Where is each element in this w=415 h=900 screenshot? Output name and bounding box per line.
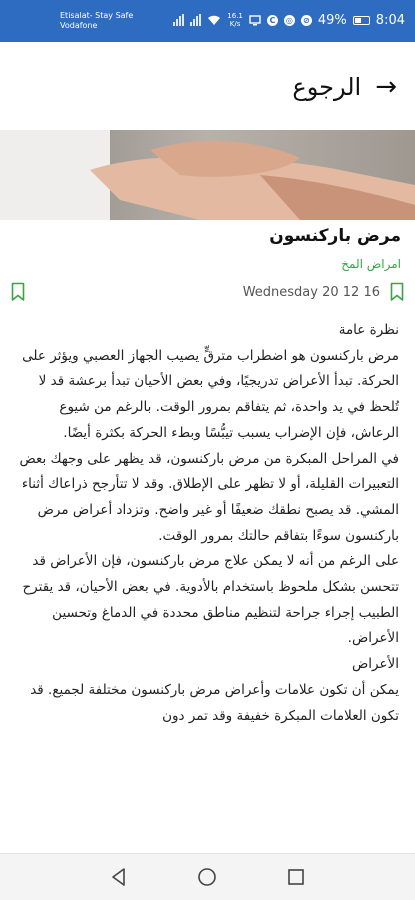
section-heading: نظرة عامة [338,322,399,338]
article-body: نظرة عامة مرض باركنسون هو اضطراب مترقٍّ … [11,318,399,729]
signal-icon [173,14,185,26]
carrier-info: Etisalat- Stay Safe Vodafone [60,11,133,31]
arrow-right-icon: → [375,72,397,102]
network-speed: 16.1 K/s [227,12,243,28]
article-paragraph: مرض باركنسون هو اضطراب مترقٍّ يصيب الجها… [22,347,399,441]
screen-icon [249,14,261,25]
back-label: الرجوع [292,73,362,101]
wifi-icon [208,15,221,25]
article-paragraph: في المراحل المبكرة من مرض باركنسون، قد ي… [19,450,399,544]
signal-icon-2 [190,14,202,26]
hands-photo [0,130,415,220]
carrier-line-1: Etisalat- Stay Safe [60,11,134,20]
article-title: مرض باركنسون [269,226,401,246]
article-date: Wednesday 20 12 16 [242,285,380,300]
notification-icon: C [266,14,278,26]
back-triangle-icon[interactable] [107,865,131,889]
article-paragraph: يمكن أن تكون علامات وأعراض مرض باركنسون … [30,681,399,724]
article-category[interactable]: امراض المخ [341,257,401,271]
bookmark-icon[interactable] [11,282,25,302]
system-navigation-bar [0,853,415,900]
top-app-bar: الرجوع → [0,42,415,130]
back-button[interactable]: الرجوع → [292,72,397,102]
bookmark-icon-2[interactable] [390,282,404,302]
battery-icon [352,15,370,25]
article-hero-image [0,130,415,220]
home-circle-icon[interactable] [195,865,219,889]
recents-square-icon[interactable] [284,865,308,889]
network-speed-unit: K/s [229,20,241,28]
section-heading: الأعراض [351,656,399,673]
carrier-line-2: Vodafone [60,21,98,30]
whatsapp-icon: ◎ [283,14,295,26]
network-speed-value: 16.1 [227,12,243,20]
status-icons: 16.1 K/s C ◎ ⊘ 49% 8:04 [173,12,405,28]
article-meta: Wednesday 20 12 16 [0,280,415,306]
clock: 8:04 [375,12,405,28]
status-bar: Etisalat- Stay Safe Vodafone 16.1 K/s C … [0,0,415,42]
article-paragraph: على الرغم من أنه لا يمكن علاج مرض باركنس… [22,553,399,647]
battery-percent: 49% [317,12,347,28]
alarm-icon: ⊘ [300,14,312,26]
